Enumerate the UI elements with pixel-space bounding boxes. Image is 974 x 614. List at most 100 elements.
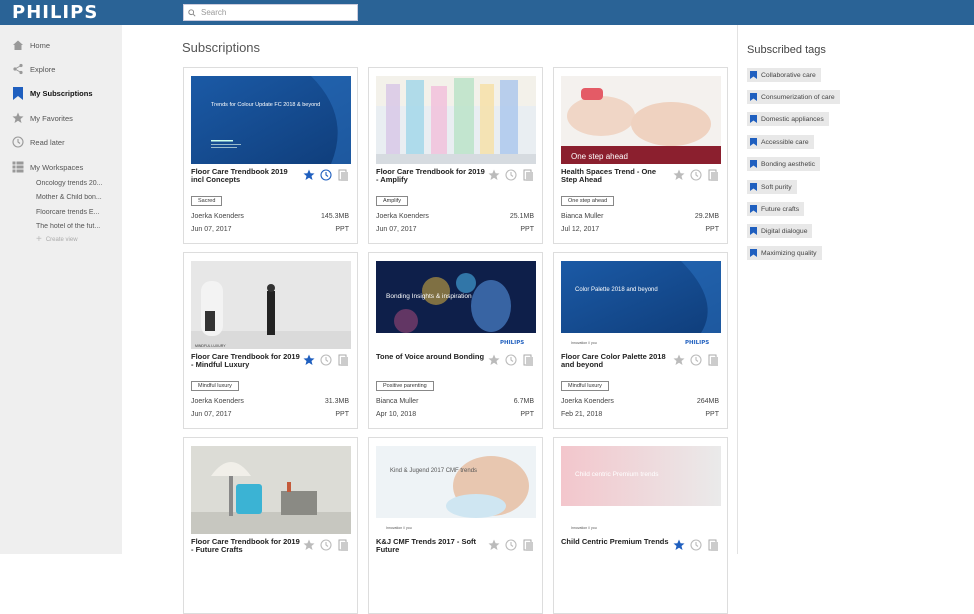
sidebar-item-home[interactable]: Home xyxy=(0,34,122,56)
thumb-text: Trends for Colour Update FC 2018 & beyon… xyxy=(211,102,320,108)
favorite-star-icon[interactable] xyxy=(488,354,500,366)
card-tag[interactable]: Positive parenting xyxy=(376,381,434,391)
sidebar-item-explore[interactable]: Explore xyxy=(0,58,122,80)
subscribed-tag[interactable]: Future crafts xyxy=(747,202,805,216)
card-size: 29.2MB xyxy=(694,213,719,220)
create-view-button[interactable]: + Create view xyxy=(36,235,78,245)
sidebar-item-label: Read later xyxy=(30,137,65,147)
card-tag[interactable]: One step ahead xyxy=(561,196,615,206)
read-later-clock-icon[interactable] xyxy=(690,539,702,551)
card-title[interactable]: Health Spaces Trend - One Step Ahead xyxy=(561,168,671,184)
download-icon[interactable] xyxy=(522,539,534,551)
card-size: 6.7MB xyxy=(513,398,534,405)
tag-label: Future crafts xyxy=(761,205,800,213)
favorite-star-icon[interactable] xyxy=(303,169,315,181)
card-title[interactable]: Floor Care Color Palette 2018 and beyond xyxy=(561,353,671,369)
subscribed-tag[interactable]: Domestic appliances xyxy=(747,112,829,126)
content-card[interactable]: Floor Care Trendbook for 2019 - Future C… xyxy=(183,437,358,614)
subscribed-tag[interactable]: Maximizing quality xyxy=(747,246,822,260)
sidebar-item-label: Explore xyxy=(30,64,56,74)
subscribed-tag[interactable]: Bonding aesthetic xyxy=(747,157,821,171)
download-icon[interactable] xyxy=(707,169,719,181)
card-title[interactable]: Floor Care Trendbook for 2019 - Mindful … xyxy=(191,353,301,369)
subscribed-tag[interactable]: Soft purity xyxy=(747,180,797,194)
thumb-text: Color Palette 2018 and beyond xyxy=(575,287,658,293)
sidebar-item-read-later[interactable]: Read later xyxy=(0,131,122,153)
content-card[interactable]: Child centric Premium trends Innovation … xyxy=(553,437,728,614)
favorite-star-icon[interactable] xyxy=(673,539,685,551)
favorite-star-icon[interactable] xyxy=(303,354,315,366)
card-thumbnail[interactable]: Child centric Premium trends Innovation … xyxy=(561,446,721,534)
read-later-clock-icon[interactable] xyxy=(690,354,702,366)
card-title[interactable]: Floor Care Trendbook for 2019 - Amplify xyxy=(376,168,486,184)
card-thumbnail[interactable]: Kind & Jugend 2017 CMF trends Innovation… xyxy=(376,446,536,534)
content-card[interactable]: One step ahead Health Spaces Trend - One… xyxy=(553,67,728,244)
card-author: Joerka Koenders xyxy=(191,398,244,405)
content-card[interactable]: Bonding Insights & inspiration PHILIPS T… xyxy=(368,252,543,429)
download-icon[interactable] xyxy=(707,354,719,366)
content-card[interactable]: Floor Care Trendbook for 2019 - Amplify … xyxy=(368,67,543,244)
card-size: 25.1MB xyxy=(509,213,534,220)
card-thumbnail[interactable] xyxy=(191,446,351,534)
card-tag[interactable]: Sacred xyxy=(191,196,223,206)
sidebar-item-my-workspaces[interactable]: My Workspaces xyxy=(0,156,122,178)
read-later-clock-icon[interactable] xyxy=(690,169,702,181)
card-thumbnail[interactable]: Bonding Insights & inspiration PHILIPS xyxy=(376,261,536,349)
sidebar-item-my-subscriptions[interactable]: My Subscriptions xyxy=(0,82,122,104)
download-icon[interactable] xyxy=(522,169,534,181)
card-tag[interactable]: Mindful luxury xyxy=(191,381,239,391)
workspace-item[interactable]: The hotel of the fut... xyxy=(36,223,110,230)
card-size: 264MB xyxy=(696,398,719,405)
card-title[interactable]: Floor Care Trendbook 2019 incl Concepts xyxy=(191,168,301,184)
read-later-clock-icon[interactable] xyxy=(505,354,517,366)
thumb-brand: PHILIPS xyxy=(685,340,709,346)
content-card[interactable]: Trends for Colour Update FC 2018 & beyon… xyxy=(183,67,358,244)
card-tag[interactable]: Amplify xyxy=(376,196,409,206)
subscribed-tag[interactable]: Consumerization of care xyxy=(747,90,840,104)
subscribed-tag[interactable]: Collaborative care xyxy=(747,68,821,82)
favorite-star-icon[interactable] xyxy=(488,539,500,551)
bookmark-icon xyxy=(750,160,757,168)
favorite-star-icon[interactable] xyxy=(673,354,685,366)
tag-label: Soft purity xyxy=(761,183,792,191)
read-later-clock-icon[interactable] xyxy=(320,354,332,366)
subscribed-tag[interactable]: Accessible care xyxy=(747,135,814,149)
card-title[interactable]: Child Centric Premium Trends xyxy=(561,538,671,546)
download-icon[interactable] xyxy=(707,539,719,551)
card-thumbnail[interactable] xyxy=(376,76,536,164)
card-type: PPT xyxy=(335,411,349,418)
card-thumbnail[interactable]: Color Palette 2018 and beyond Innovation… xyxy=(561,261,721,349)
search-box[interactable] xyxy=(183,4,358,21)
favorite-star-icon[interactable] xyxy=(303,539,315,551)
card-title[interactable]: K&J CMF Trends 2017 - Soft Future xyxy=(376,538,486,554)
read-later-clock-icon[interactable] xyxy=(320,169,332,181)
read-later-clock-icon[interactable] xyxy=(505,169,517,181)
search-input[interactable] xyxy=(201,8,351,17)
card-tag[interactable]: Mindful luxury xyxy=(561,381,609,391)
card-thumbnail[interactable]: One step ahead xyxy=(561,76,721,164)
download-icon[interactable] xyxy=(337,539,349,551)
card-thumbnail[interactable]: Trends for Colour Update FC 2018 & beyon… xyxy=(191,76,351,164)
bookmark-icon xyxy=(750,138,757,146)
read-later-clock-icon[interactable] xyxy=(505,539,517,551)
download-icon[interactable] xyxy=(522,354,534,366)
subscribed-tag[interactable]: Digital dialogue xyxy=(747,224,813,238)
download-icon[interactable] xyxy=(337,169,349,181)
favorite-star-icon[interactable] xyxy=(488,169,500,181)
philips-logo[interactable]: PHILIPS xyxy=(12,3,98,22)
workspace-item[interactable]: Floorcare trends E... xyxy=(36,209,110,216)
download-icon[interactable] xyxy=(337,354,349,366)
sidebar-item-my-favorites[interactable]: My Favorites xyxy=(0,107,122,129)
bookmark-icon xyxy=(750,227,757,235)
workspace-item[interactable]: Oncology trends 20... xyxy=(36,180,110,187)
card-title[interactable]: Tone of Voice around Bonding xyxy=(376,353,486,361)
bookmark-icon xyxy=(12,86,24,100)
favorite-star-icon[interactable] xyxy=(673,169,685,181)
content-card[interactable]: MINDFUL LUXURY Floor Care Trendbook for … xyxy=(183,252,358,429)
card-thumbnail[interactable]: MINDFUL LUXURY xyxy=(191,261,351,349)
workspace-item[interactable]: Mother & Child bon... xyxy=(36,194,110,201)
content-card[interactable]: Kind & Jugend 2017 CMF trends Innovation… xyxy=(368,437,543,614)
read-later-clock-icon[interactable] xyxy=(320,539,332,551)
card-title[interactable]: Floor Care Trendbook for 2019 - Future C… xyxy=(191,538,301,554)
content-card[interactable]: Color Palette 2018 and beyond Innovation… xyxy=(553,252,728,429)
